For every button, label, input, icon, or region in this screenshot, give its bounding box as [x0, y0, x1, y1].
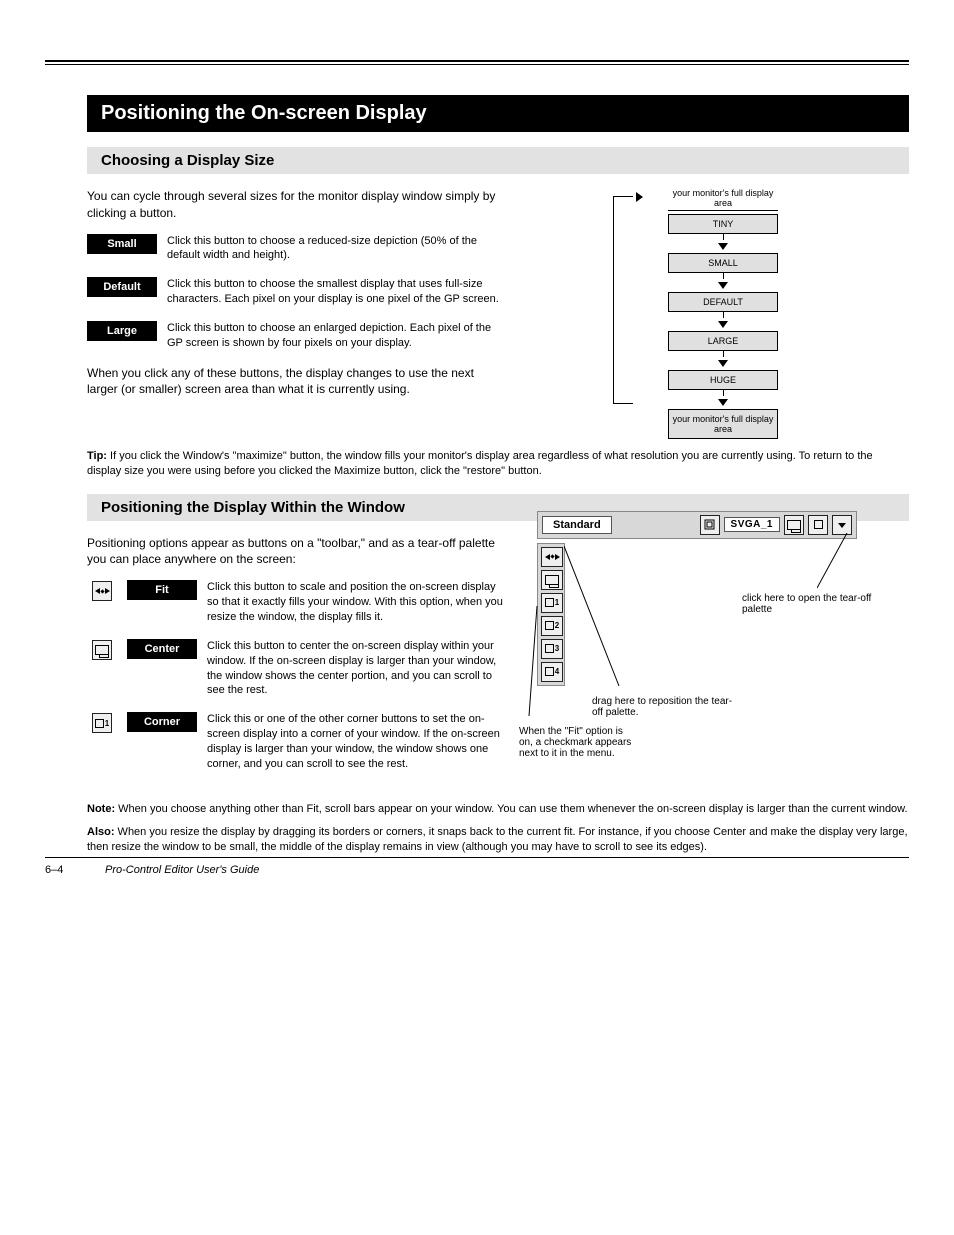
palette-fit-icon[interactable] — [541, 547, 563, 567]
section1-after: When you click any of these buttons, the… — [87, 365, 507, 399]
section1-intro: You can cycle through several sizes for … — [87, 188, 507, 222]
note-1-label: Note: — [87, 803, 115, 815]
corner-icon: 1 — [87, 712, 117, 734]
note-2: Also: When you resize the display by dra… — [87, 825, 909, 856]
small-button[interactable]: Small — [87, 234, 157, 254]
callout-tearoff: click here to open the tear-off palette — [742, 593, 872, 615]
large-desc: Click this button to choose an enlarged … — [167, 321, 507, 351]
section1-tip: Tip: If you click the Window's "maximize… — [87, 449, 909, 479]
fit-button[interactable]: Fit — [127, 580, 197, 600]
flow-box-tiny: TINY — [668, 214, 778, 234]
flow-box-full: your monitor's full display area — [668, 409, 778, 439]
tip-label: Tip: — [87, 450, 107, 462]
large-button[interactable]: Large — [87, 321, 157, 341]
tearoff-palette[interactable]: 1 2 3 4 — [537, 543, 565, 686]
section1-title: Choosing a Display Size — [87, 147, 909, 174]
top-rule — [45, 60, 909, 65]
palette-corner2-icon[interactable]: 2 — [541, 616, 563, 636]
corner-button[interactable]: Corner — [127, 712, 197, 732]
page-footer: 6–4 Pro-Control Editor User's Guide — [45, 857, 909, 876]
toolbar-doc-icon[interactable] — [700, 515, 720, 535]
toolbar-dropdown-icon[interactable] — [832, 515, 852, 535]
default-desc: Click this button to choose the smallest… — [167, 277, 507, 307]
center-button[interactable]: Center — [127, 639, 197, 659]
fit-desc: Click this button to scale and position … — [207, 580, 507, 625]
palette-corner3-icon[interactable]: 3 — [541, 639, 563, 659]
default-button[interactable]: Default — [87, 277, 157, 297]
corner-desc: Click this or one of the other corner bu… — [207, 712, 507, 771]
footer-doc-title: Pro-Control Editor User's Guide — [105, 864, 909, 876]
callout-drag: drag here to reposition the tear-off pal… — [592, 696, 742, 718]
toolbar-square-icon[interactable] — [808, 515, 828, 535]
flow-diagram: your monitor's full display area TINY SM… — [633, 188, 813, 439]
note-1-text: When you choose anything other than Fit,… — [115, 803, 907, 815]
flow-box-default: DEFAULT — [668, 292, 778, 312]
center-desc: Click this button to center the on-scree… — [207, 639, 507, 698]
center-icon — [87, 639, 117, 661]
flow-box-small: SMALL — [668, 253, 778, 273]
toolbar-figure: Standard SVGA_1 1 2 3 4 — [537, 511, 857, 686]
small-desc: Click this button to choose a reduced-si… — [167, 234, 507, 264]
toolbar-standard[interactable]: Standard — [542, 516, 612, 534]
toolbar-monitor-icon[interactable] — [784, 515, 804, 535]
fit-icon — [87, 580, 117, 602]
tip-text: If you click the Window's "maximize" but… — [87, 450, 873, 477]
section2-intro: Positioning options appear as buttons on… — [87, 535, 507, 569]
palette-center-icon[interactable] — [541, 570, 563, 590]
page-banner: Positioning the On-screen Display — [87, 95, 909, 132]
footer-page-number: 6–4 — [45, 864, 105, 876]
flow-top-label: your monitor's full display area — [668, 188, 778, 211]
note-1: Note: When you choose anything other tha… — [87, 802, 909, 817]
note-2-text: When you resize the display by dragging … — [87, 826, 908, 853]
flow-box-huge: HUGE — [668, 370, 778, 390]
palette-corner4-icon[interactable]: 4 — [541, 662, 563, 682]
toolbar-svga[interactable]: SVGA_1 — [724, 517, 780, 532]
flow-box-large: LARGE — [668, 331, 778, 351]
note-2-label: Also: — [87, 826, 115, 838]
callout-checkmark: When the "Fit" option is on, a checkmark… — [519, 726, 639, 759]
palette-corner1-icon[interactable]: 1 — [541, 593, 563, 613]
